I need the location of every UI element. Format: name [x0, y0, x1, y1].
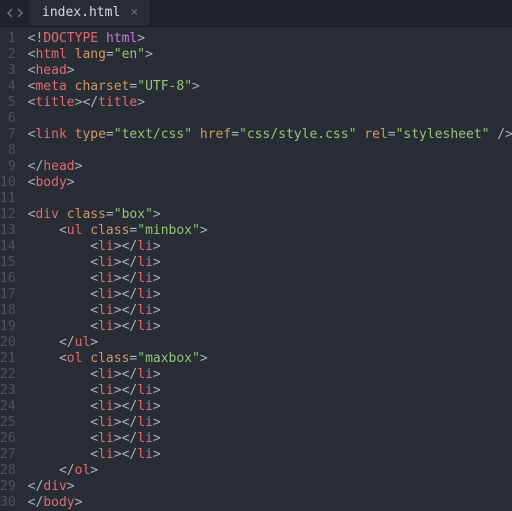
tab-bar: index.html × — [0, 0, 512, 27]
code-line[interactable]: <li></li> — [28, 303, 512, 319]
code-line[interactable]: <ul class="minbox"> — [28, 223, 512, 239]
tab-nav-arrows — [0, 0, 30, 26]
code-line[interactable]: <meta charset="UTF-8"> — [28, 79, 512, 95]
code-line[interactable]: <div class="box"> — [28, 207, 512, 223]
line-number: 4 — [0, 79, 16, 95]
line-number: 21 — [0, 351, 16, 367]
line-number: 2 — [0, 47, 16, 63]
line-number: 24 — [0, 399, 16, 415]
code-line[interactable]: <link type="text/css" href="css/style.cs… — [28, 127, 512, 143]
line-number: 27 — [0, 447, 16, 463]
code-line[interactable]: <!DOCTYPE html> — [28, 31, 512, 47]
code-line[interactable]: <li></li> — [28, 239, 512, 255]
code-line[interactable]: <li></li> — [28, 367, 512, 383]
code-line[interactable] — [28, 143, 512, 159]
close-icon[interactable]: × — [130, 5, 138, 21]
code-line[interactable]: <li></li> — [28, 399, 512, 415]
line-number: 30 — [0, 495, 16, 511]
line-number: 19 — [0, 319, 16, 335]
code-line[interactable]: <li></li> — [28, 319, 512, 335]
code-line[interactable]: <html lang="en"> — [28, 47, 512, 63]
line-number: 1 — [0, 31, 16, 47]
line-number: 16 — [0, 271, 16, 287]
code-line[interactable]: <ol class="maxbox"> — [28, 351, 512, 367]
line-number: 22 — [0, 367, 16, 383]
code-line[interactable]: <li></li> — [28, 271, 512, 287]
line-number: 13 — [0, 223, 16, 239]
code-line[interactable]: <li></li> — [28, 447, 512, 463]
code-line[interactable]: <title></title> — [28, 95, 512, 111]
tab-label: index.html — [42, 5, 120, 21]
code-line[interactable]: <li></li> — [28, 255, 512, 271]
line-number: 29 — [0, 479, 16, 495]
line-number-gutter: 1234567891011121314151617181920212223242… — [0, 27, 24, 511]
code-line[interactable] — [28, 111, 512, 127]
line-number: 6 — [0, 111, 16, 127]
line-number: 14 — [0, 239, 16, 255]
line-number: 26 — [0, 431, 16, 447]
code-line[interactable]: <head> — [28, 63, 512, 79]
code-line[interactable]: <li></li> — [28, 431, 512, 447]
code-line[interactable]: </ol> — [28, 463, 512, 479]
code-editor[interactable]: 1234567891011121314151617181920212223242… — [0, 27, 512, 511]
line-number: 3 — [0, 63, 16, 79]
line-number: 25 — [0, 415, 16, 431]
line-number: 7 — [0, 127, 16, 143]
line-number: 18 — [0, 303, 16, 319]
code-line[interactable]: <li></li> — [28, 287, 512, 303]
code-line[interactable]: <body> — [28, 175, 512, 191]
line-number: 15 — [0, 255, 16, 271]
line-number: 12 — [0, 207, 16, 223]
line-number: 5 — [0, 95, 16, 111]
code-line[interactable]: </div> — [28, 479, 512, 495]
code-line[interactable]: <li></li> — [28, 415, 512, 431]
line-number: 28 — [0, 463, 16, 479]
code-line[interactable]: </head> — [28, 159, 512, 175]
nav-left-icon[interactable] — [6, 8, 14, 18]
line-number: 8 — [0, 143, 16, 159]
line-number: 20 — [0, 335, 16, 351]
line-number: 9 — [0, 159, 16, 175]
nav-right-icon[interactable] — [16, 8, 24, 18]
line-number: 11 — [0, 191, 16, 207]
code-line[interactable]: </ul> — [28, 335, 512, 351]
code-line[interactable]: <li></li> — [28, 383, 512, 399]
tab-active[interactable]: index.html × — [30, 0, 151, 26]
code-line[interactable]: </body> — [28, 495, 512, 511]
code-line[interactable] — [28, 191, 512, 207]
line-number: 10 — [0, 175, 16, 191]
line-number: 23 — [0, 383, 16, 399]
code-area[interactable]: <!DOCTYPE html><html lang="en"><head><me… — [24, 27, 512, 511]
line-number: 17 — [0, 287, 16, 303]
